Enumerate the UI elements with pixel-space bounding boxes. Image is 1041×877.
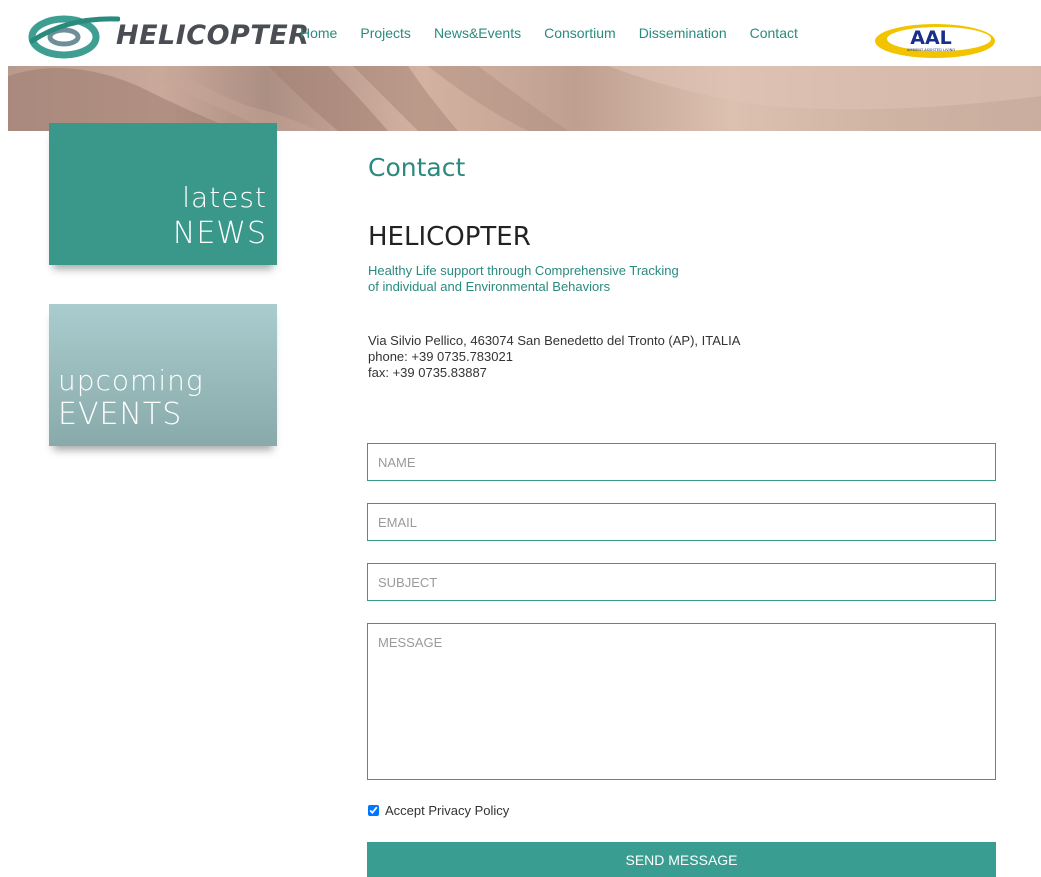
tagline-line2: of individual and Environmental Behavior… bbox=[368, 279, 611, 294]
latest-news-tile[interactable]: latest NEWS bbox=[49, 123, 277, 265]
org-tagline: Healthy Life support through Comprehensi… bbox=[368, 263, 788, 295]
privacy-policy-row[interactable]: Accept Privacy Policy bbox=[368, 803, 509, 818]
nav-dissemination[interactable]: Dissemination bbox=[639, 25, 727, 41]
nav-projects[interactable]: Projects bbox=[360, 25, 411, 41]
upcoming-events-tile[interactable]: upcoming EVENTS bbox=[49, 304, 277, 446]
page-title: Contact bbox=[368, 153, 466, 182]
hands-image bbox=[8, 66, 1041, 131]
address-text: Via Silvio Pellico, 463074 San Benedetto… bbox=[368, 333, 741, 348]
helicopter-swoosh-icon bbox=[28, 15, 120, 59]
aal-logo[interactable]: AAL AMBIENT ASSISTED LIVING bbox=[873, 20, 1003, 60]
org-name: HELICOPTER bbox=[368, 222, 531, 252]
helicopter-logo[interactable]: HELICOPTER bbox=[28, 10, 309, 60]
email-input[interactable] bbox=[367, 503, 996, 541]
news-tile-line2: NEWS bbox=[172, 216, 267, 251]
message-textarea[interactable] bbox=[367, 623, 996, 780]
site-header: HELICOPTER Home Projects News&Events Con… bbox=[0, 0, 1041, 68]
hero-banner bbox=[8, 66, 1041, 131]
tagline-line1: Healthy Life support through Comprehensi… bbox=[368, 263, 679, 278]
subject-input[interactable] bbox=[367, 563, 996, 601]
name-input[interactable] bbox=[367, 443, 996, 481]
nav-home[interactable]: Home bbox=[300, 25, 337, 41]
phone-text: phone: +39 0735.783021 bbox=[368, 349, 513, 364]
logo-text: HELICOPTER bbox=[116, 20, 310, 51]
privacy-label: Accept Privacy Policy bbox=[385, 803, 510, 818]
send-message-button[interactable]: SEND MESSAGE bbox=[367, 842, 996, 877]
aal-logo-icon: AAL AMBIENT ASSISTED LIVING bbox=[875, 24, 995, 58]
aal-text: AAL bbox=[910, 27, 952, 49]
nav-consortium[interactable]: Consortium bbox=[544, 25, 616, 41]
main-nav: Home Projects News&Events Consortium Dis… bbox=[300, 25, 821, 41]
contact-info: Via Silvio Pellico, 463074 San Benedetto… bbox=[368, 333, 868, 381]
nav-news-events[interactable]: News&Events bbox=[434, 25, 521, 41]
news-tile-line1: latest bbox=[182, 181, 267, 214]
fax-text: fax: +39 0735.83887 bbox=[368, 365, 487, 380]
events-tile-line2: EVENTS bbox=[58, 397, 183, 432]
privacy-checkbox[interactable] bbox=[368, 805, 379, 816]
aal-subtext: AMBIENT ASSISTED LIVING bbox=[907, 48, 955, 52]
events-tile-line1: upcoming bbox=[58, 364, 204, 397]
nav-contact[interactable]: Contact bbox=[750, 25, 798, 41]
